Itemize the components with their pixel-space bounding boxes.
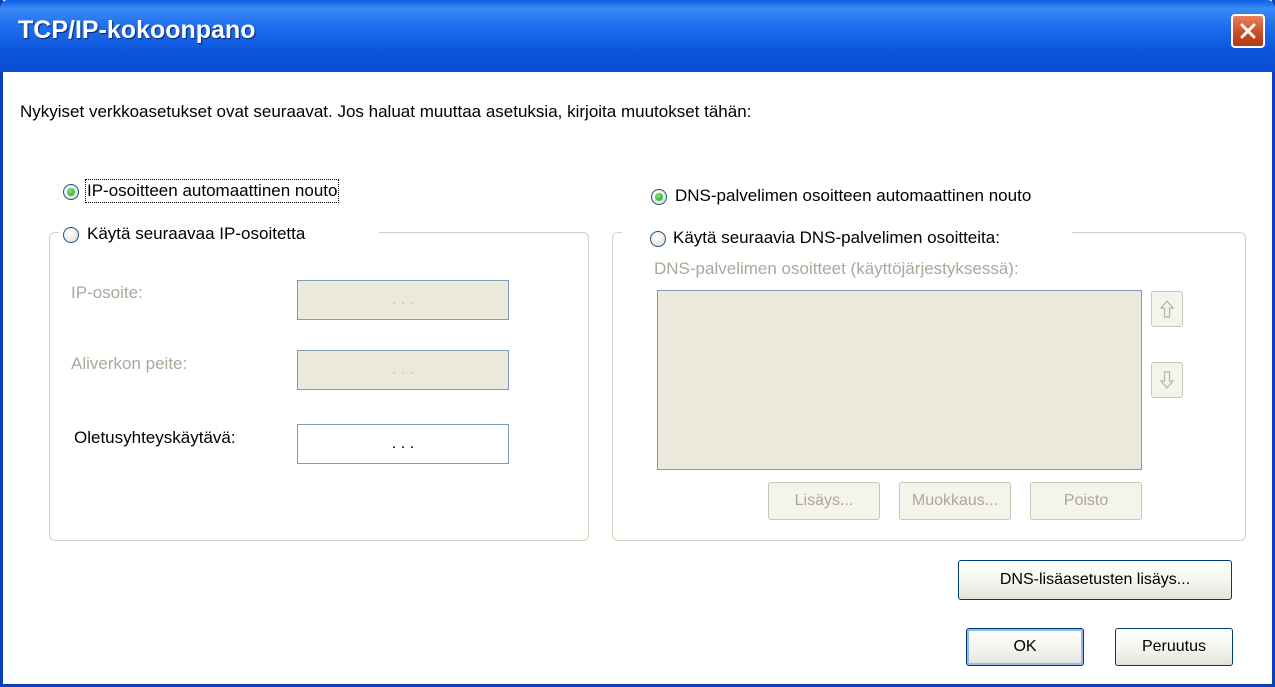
ip-manual-label[interactable]: Käytä seuraavaa IP-osoitetta <box>87 224 305 244</box>
dns-manual-radio[interactable] <box>650 231 666 247</box>
dns-manual-label[interactable]: Käytä seuraavia DNS-palvelimen osoitteit… <box>673 228 1000 248</box>
arrow-down-icon <box>1160 371 1174 389</box>
close-button[interactable] <box>1231 14 1265 48</box>
ip-address-label: IP-osoite: <box>71 283 143 302</box>
subnet-mask-field[interactable]: . . . <box>297 350 509 390</box>
dns-advanced-button[interactable]: DNS-lisäasetusten lisäys... <box>958 560 1232 600</box>
ip-auto-radio[interactable] <box>63 184 79 200</box>
tcpip-dialog: TCP/IP-kokoonpano Nykyiset verkkoasetuks… <box>0 0 1275 687</box>
ip-address-field[interactable]: . . . <box>297 280 509 320</box>
radio-selected-dot <box>67 188 75 196</box>
dns-edit-button[interactable]: Muokkaus... <box>899 482 1011 520</box>
gateway-field[interactable]: . . . <box>297 424 509 464</box>
move-up-button[interactable] <box>1151 291 1183 327</box>
ok-button[interactable]: OK <box>966 628 1084 666</box>
dns-auto-radio[interactable] <box>651 189 667 205</box>
cancel-button[interactable]: Peruutus <box>1115 628 1233 666</box>
move-down-button[interactable] <box>1151 362 1183 398</box>
ip-auto-label[interactable]: IP-osoitteen automaattinen nouto <box>84 179 340 203</box>
dns-remove-button[interactable]: Poisto <box>1030 482 1142 520</box>
ip-manual-radio[interactable] <box>63 227 79 243</box>
dns-add-button[interactable]: Lisäys... <box>768 482 880 520</box>
dialog-body: Nykyiset verkkoasetukset ovat seuraavat.… <box>3 72 1272 684</box>
window-title: TCP/IP-kokoonpano <box>18 16 256 44</box>
subnet-mask-label: Aliverkon peite: <box>71 354 188 373</box>
dns-server-list[interactable] <box>657 290 1142 470</box>
gateway-label: Oletusyhteyskäytävä: <box>74 428 236 447</box>
dns-auto-label[interactable]: DNS-palvelimen osoitteen automaattinen n… <box>675 186 1031 206</box>
close-icon <box>1240 23 1256 39</box>
arrow-up-icon <box>1160 300 1174 318</box>
title-bar[interactable]: TCP/IP-kokoonpano <box>0 0 1275 72</box>
intro-text: Nykyiset verkkoasetukset ovat seuraavat.… <box>20 102 752 121</box>
radio-selected-dot <box>655 193 663 201</box>
dns-list-label: DNS-palvelimen osoitteet (käyttöjärjesty… <box>654 259 1019 278</box>
